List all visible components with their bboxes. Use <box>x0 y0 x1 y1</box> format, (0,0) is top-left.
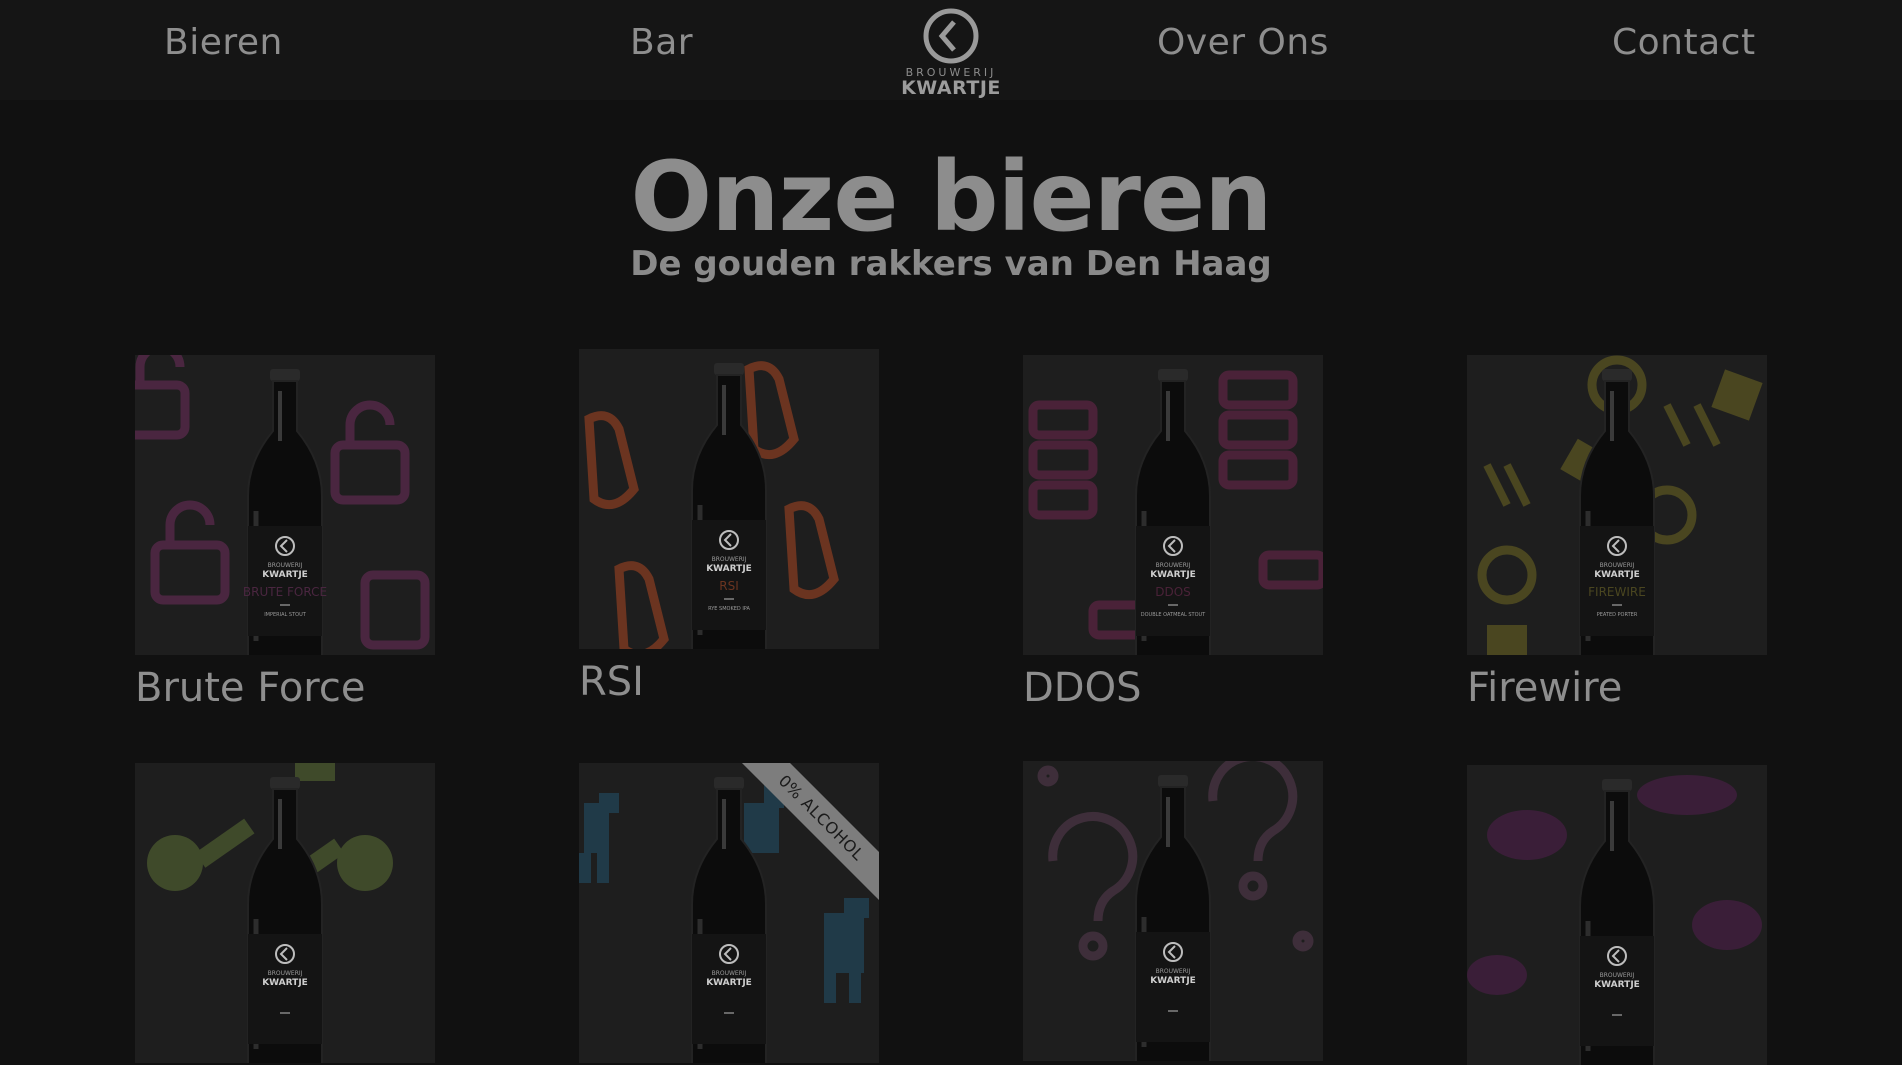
beer-bottle-image: BROUWERIJ KWARTJE <box>691 777 767 1063</box>
bottle-brand-bottom: KWARTJE <box>1594 570 1640 580</box>
beer-image-tile[interactable]: BROUWERIJ KWARTJE RSI RYE SMOKED IPA <box>579 349 879 649</box>
beer-bottle-image: BROUWERIJ KWARTJE DDOS DOUBLE OATMEAL ST… <box>1135 369 1211 655</box>
bottle-brand-bottom: KWARTJE <box>1150 570 1196 580</box>
bottle-brand-top: BROUWERIJ <box>268 970 303 977</box>
beer-bottle-image: BROUWERIJ KWARTJE BRUTE FORCE IMPERIAL S… <box>243 369 327 655</box>
bottle-brand-top: BROUWERIJ <box>1156 562 1191 569</box>
beer-card[interactable]: BROUWERIJ KWARTJE DDOS DOUBLE OATMEAL ST… <box>1023 355 1323 711</box>
bottle-brand-top: BROUWERIJ <box>1600 972 1635 979</box>
beer-card[interactable]: BROUWERIJ KWARTJE FIREWIRE PEATED PORTER… <box>1467 355 1767 711</box>
bottle-brand-bottom: KWARTJE <box>1150 976 1196 986</box>
bottle-brand-bottom: KWARTJE <box>1594 980 1640 990</box>
nav-link-over-ons[interactable]: Over Ons <box>1157 22 1329 63</box>
bottle-brand-top: BROUWERIJ <box>1600 562 1635 569</box>
beer-name[interactable]: Firewire <box>1467 665 1622 711</box>
bottle-brand-bottom: KWARTJE <box>706 564 752 574</box>
beer-bottle-image: BROUWERIJ KWARTJE FIREWIRE PEATED PORTER <box>1579 369 1655 655</box>
nav-link-contact[interactable]: Contact <box>1612 22 1756 63</box>
beer-name[interactable]: DDOS <box>1023 665 1141 711</box>
beer-card[interactable]: BROUWERIJ KWARTJE <box>135 763 435 1063</box>
beer-image-tile[interactable]: BROUWERIJ KWARTJE FIREWIRE PEATED PORTER <box>1467 355 1767 655</box>
bottle-brand-bottom: KWARTJE <box>706 978 752 988</box>
beer-image-tile[interactable]: BROUWERIJ KWARTJE BRUTE FORCE IMPERIAL S… <box>135 355 435 655</box>
page-title: Onze bieren <box>630 141 1273 253</box>
beer-image-tile[interactable]: BROUWERIJ KWARTJE 0% ALCOHOL <box>579 763 879 1063</box>
bottle-beer-style: PEATED PORTER <box>1597 612 1638 618</box>
logo-bottom-text: KWARTJE <box>901 77 1001 99</box>
bottle-beer-style: IMPERIAL STOUT <box>264 612 307 618</box>
bottle-brand-top: BROUWERIJ <box>712 970 747 977</box>
bottle-beer-label: BRUTE FORCE <box>243 585 327 599</box>
beer-card[interactable]: BROUWERIJ KWARTJE 0% ALCOHOL <box>579 763 879 1063</box>
nav-link-bieren[interactable]: Bieren <box>164 22 283 63</box>
bottle-beer-label: DDOS <box>1155 585 1191 599</box>
bottle-brand-bottom: KWARTJE <box>262 570 308 580</box>
beer-bottle-image: BROUWERIJ KWARTJE <box>1135 775 1211 1061</box>
beer-bottle-image: BROUWERIJ KWARTJE <box>1579 779 1655 1065</box>
brand-logo[interactable]: BROUWERIJ KWARTJE <box>898 8 1004 99</box>
kwartje-logo-icon <box>923 8 979 64</box>
beer-bottle-image: BROUWERIJ KWARTJE <box>247 777 323 1063</box>
bottle-brand-top: BROUWERIJ <box>268 562 303 569</box>
beer-name[interactable]: RSI <box>579 659 644 705</box>
nav-link-bar[interactable]: Bar <box>630 22 693 63</box>
beer-card[interactable]: BROUWERIJ KWARTJE <box>1023 761 1323 1061</box>
beer-bottle-image: BROUWERIJ KWARTJE RSI RYE SMOKED IPA <box>691 363 767 649</box>
page-subtitle: De gouden rakkers van Den Haag <box>630 244 1272 284</box>
bottle-beer-style: DOUBLE OATMEAL STOUT <box>1141 612 1206 618</box>
beer-name[interactable]: Brute Force <box>135 665 365 711</box>
beer-image-tile[interactable]: BROUWERIJ KWARTJE DDOS DOUBLE OATMEAL ST… <box>1023 355 1323 655</box>
beer-image-tile[interactable]: BROUWERIJ KWARTJE <box>135 763 435 1063</box>
bottle-beer-label: RSI <box>719 579 739 593</box>
top-navigation: Bieren Bar BROUWERIJ KWARTJE Over Ons Co… <box>0 0 1902 100</box>
bottle-beer-label: FIREWIRE <box>1588 585 1646 599</box>
beer-card[interactable]: BROUWERIJ KWARTJE RSI RYE SMOKED IPA RSI <box>579 349 879 705</box>
beer-card[interactable]: BROUWERIJ KWARTJE BRUTE FORCE IMPERIAL S… <box>135 355 435 711</box>
bottle-beer-style: RYE SMOKED IPA <box>708 606 750 612</box>
beer-image-tile[interactable]: BROUWERIJ KWARTJE <box>1023 761 1323 1061</box>
beer-card[interactable]: BROUWERIJ KWARTJE <box>1467 765 1767 1065</box>
bottle-brand-top: BROUWERIJ <box>712 556 747 563</box>
bottle-brand-bottom: KWARTJE <box>262 978 308 988</box>
beer-image-tile[interactable]: BROUWERIJ KWARTJE <box>1467 765 1767 1065</box>
bottle-brand-top: BROUWERIJ <box>1156 968 1191 975</box>
